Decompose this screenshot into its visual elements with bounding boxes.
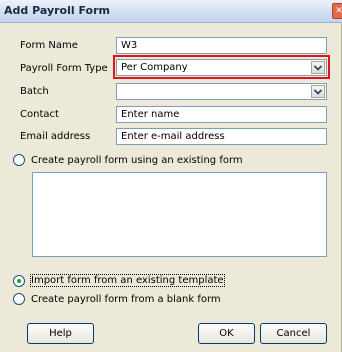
existing-form-label[interactable]: Create payroll form using an existing fo… [31, 155, 243, 166]
payroll-form-type-dropdown[interactable]: Per Company [116, 59, 327, 76]
close-icon: ✕ [335, 6, 342, 16]
contact-label: Contact [20, 109, 59, 120]
contact-input[interactable]: Enter name [116, 106, 327, 123]
blank-form-label[interactable]: Create payroll form from a blank form [31, 294, 221, 305]
blank-form-radio[interactable] [13, 293, 25, 305]
import-template-label[interactable]: Import form from an existing template [30, 274, 225, 287]
batch-dropdown[interactable] [116, 83, 327, 100]
existing-forms-list[interactable] [32, 172, 327, 257]
payroll-form-type-value: Per Company [121, 62, 188, 73]
dialog-title: Add Payroll Form [4, 4, 110, 17]
add-payroll-form-dialog: Add Payroll Form ✕ Form Name W3 Payroll … [0, 0, 342, 352]
help-button[interactable]: Help [27, 323, 94, 344]
form-name-label: Form Name [20, 40, 78, 51]
form-name-input[interactable]: W3 [116, 37, 327, 54]
email-input[interactable]: Enter e-mail address [116, 128, 327, 145]
existing-form-radio[interactable] [13, 154, 25, 166]
ok-button[interactable]: OK [198, 323, 255, 344]
dropdown-arrow-button[interactable] [311, 61, 325, 74]
dropdown-arrow-button[interactable] [311, 85, 325, 98]
title-bar: Add Payroll Form ✕ [0, 0, 342, 23]
close-button[interactable]: ✕ [332, 3, 342, 19]
batch-label: Batch [20, 86, 49, 97]
chevron-down-icon [314, 65, 322, 71]
cancel-button[interactable]: Cancel [260, 323, 327, 344]
payroll-form-type-label: Payroll Form Type [20, 63, 108, 74]
radio-selected-dot [17, 279, 21, 283]
email-label: Email address [20, 131, 91, 142]
chevron-down-icon [314, 89, 322, 95]
import-template-radio[interactable] [13, 275, 25, 287]
